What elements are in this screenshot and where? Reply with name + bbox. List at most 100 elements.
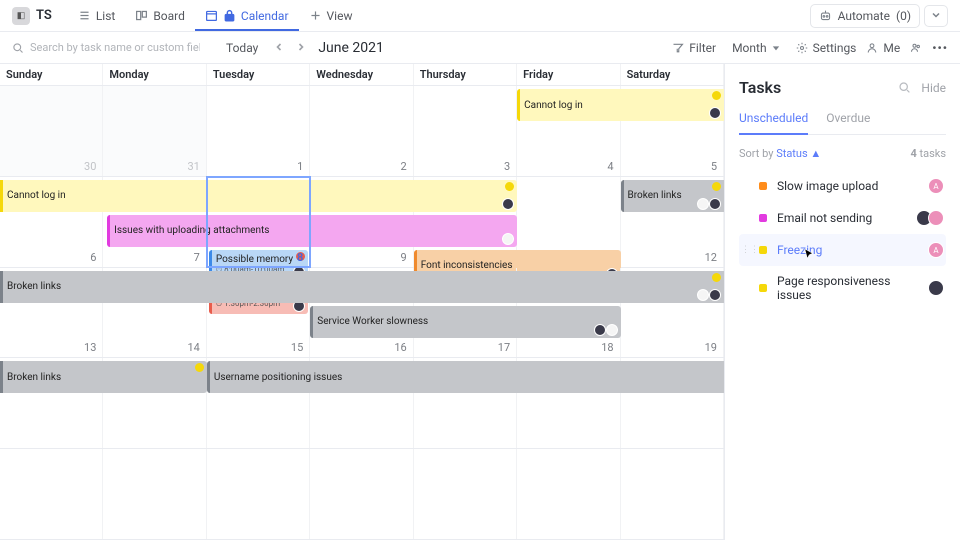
tab-overdue[interactable]: Overdue <box>826 111 870 134</box>
avatar: A <box>928 242 944 258</box>
board-icon <box>135 9 148 22</box>
search-icon <box>12 42 24 54</box>
me-button[interactable]: Me <box>866 41 900 55</box>
day-cell[interactable] <box>517 449 620 539</box>
status-square <box>759 182 767 190</box>
workspace-icon[interactable]: ◧ <box>12 7 30 25</box>
day-cell[interactable]: 31 <box>103 86 206 176</box>
task-row[interactable]: Email not sending <box>739 202 946 234</box>
lock-icon <box>223 9 236 22</box>
view-list[interactable]: List <box>68 2 126 30</box>
automate-dropdown[interactable] <box>924 5 948 27</box>
event-sw-slowness[interactable]: Service Worker slowness <box>310 306 620 338</box>
range-select[interactable]: Month <box>732 41 779 55</box>
status-badge <box>712 273 721 282</box>
day-cell[interactable] <box>414 449 517 539</box>
avatar <box>697 198 709 210</box>
day-cell-selected[interactable]: 8 <box>207 177 310 267</box>
day-cell[interactable] <box>310 449 413 539</box>
week-row: Broken links Username positioning issues <box>0 358 724 449</box>
avatar <box>594 324 606 336</box>
panel-title: Tasks <box>739 78 781 97</box>
day-cell[interactable]: 1 <box>207 86 310 176</box>
today-button[interactable]: Today <box>216 37 268 59</box>
robot-icon <box>819 9 832 22</box>
dayhead-thu: Thursday <box>414 64 517 85</box>
view-calendar[interactable]: Calendar <box>195 2 299 31</box>
next-month[interactable] <box>290 39 312 57</box>
avatar <box>709 107 721 119</box>
status-square <box>759 246 767 254</box>
caret-down-icon <box>772 44 780 52</box>
event-broken-links[interactable]: Broken links <box>0 361 207 393</box>
assignee-button[interactable] <box>910 42 922 54</box>
status-square <box>759 284 767 292</box>
settings-button[interactable]: Settings <box>796 41 857 55</box>
task-count: 4 tasks <box>910 147 946 160</box>
dayhead-fri: Friday <box>517 64 620 85</box>
people-icon <box>910 42 922 54</box>
week-row: 30 31 1 2 3 4 5 Cannot log in <box>0 86 724 177</box>
plus-icon <box>309 9 322 22</box>
avatar: A <box>928 178 944 194</box>
avatar <box>502 198 514 210</box>
prev-month[interactable] <box>268 39 290 57</box>
cursor-icon <box>803 248 817 262</box>
event-cannot-login[interactable]: Cannot log in <box>517 89 724 121</box>
list-icon <box>78 9 91 22</box>
avatar <box>928 210 944 226</box>
week-row: 13 14 15 16 17 18 19 Broken links Servic… <box>0 268 724 359</box>
chevron-left-icon <box>274 42 284 52</box>
event-broken-links[interactable]: Broken links <box>0 271 724 303</box>
task-row[interactable]: Slow image upload A <box>739 170 946 202</box>
filter-icon <box>672 42 684 54</box>
week-row <box>0 449 724 540</box>
avatar <box>502 233 514 245</box>
day-cell[interactable] <box>0 449 103 539</box>
add-view[interactable]: View <box>299 2 363 30</box>
event-username[interactable]: Username positioning issues <box>207 361 724 393</box>
search-icon[interactable] <box>898 81 911 94</box>
chevron-right-icon <box>296 42 306 52</box>
calendar-icon <box>205 9 218 22</box>
status-badge <box>712 91 721 100</box>
week-row: 6 7 8 9 10 11 12 Cannot log in Br <box>0 177 724 268</box>
status-square <box>759 214 767 222</box>
tab-unscheduled[interactable]: Unscheduled <box>739 111 808 135</box>
day-cell[interactable] <box>103 449 206 539</box>
sort-label: Sort by <box>739 147 773 160</box>
automate-button[interactable]: Automate (0) <box>810 4 920 28</box>
day-cell[interactable]: 30 <box>0 86 103 176</box>
status-badge <box>505 182 514 191</box>
filter-button[interactable]: Filter <box>672 41 716 55</box>
month-label: June 2021 <box>318 40 384 56</box>
day-cell[interactable]: 3 <box>414 86 517 176</box>
day-cell[interactable] <box>621 449 724 539</box>
search-input[interactable] <box>30 41 200 54</box>
event-uploading[interactable]: Issues with uploading attachments <box>107 215 517 247</box>
avatar <box>709 198 721 210</box>
status-badge <box>712 182 721 191</box>
dayhead-sun: Sunday <box>0 64 103 85</box>
avatar <box>697 289 709 301</box>
tasks-panel: Tasks Hide Unscheduled Overdue Sort by S… <box>725 64 960 540</box>
gear-icon <box>796 42 808 54</box>
day-cell[interactable] <box>207 449 310 539</box>
more-button[interactable]: ••• <box>932 41 948 55</box>
dayhead-sat: Saturday <box>621 64 724 85</box>
drag-handle[interactable]: ⋮⋮ <box>741 245 749 255</box>
task-row[interactable]: ⋮⋮ Freezing A <box>739 234 946 266</box>
calendar-grid: Sunday Monday Tuesday Wednesday Thursday… <box>0 64 725 540</box>
task-row[interactable]: Page responsiveness issues <box>739 266 946 310</box>
sort-value[interactable]: Status ▲ <box>776 147 821 160</box>
day-cell[interactable]: 2 <box>310 86 413 176</box>
hide-button[interactable]: Hide <box>921 81 946 95</box>
avatar <box>606 324 618 336</box>
person-icon <box>866 42 878 54</box>
view-board[interactable]: Board <box>125 2 195 30</box>
workspace-code[interactable]: TS <box>36 8 52 23</box>
avatar <box>709 289 721 301</box>
day-headers: Sunday Monday Tuesday Wednesday Thursday… <box>0 64 724 86</box>
avatar <box>928 280 944 296</box>
event-broken-links[interactable]: Broken links <box>621 180 724 212</box>
